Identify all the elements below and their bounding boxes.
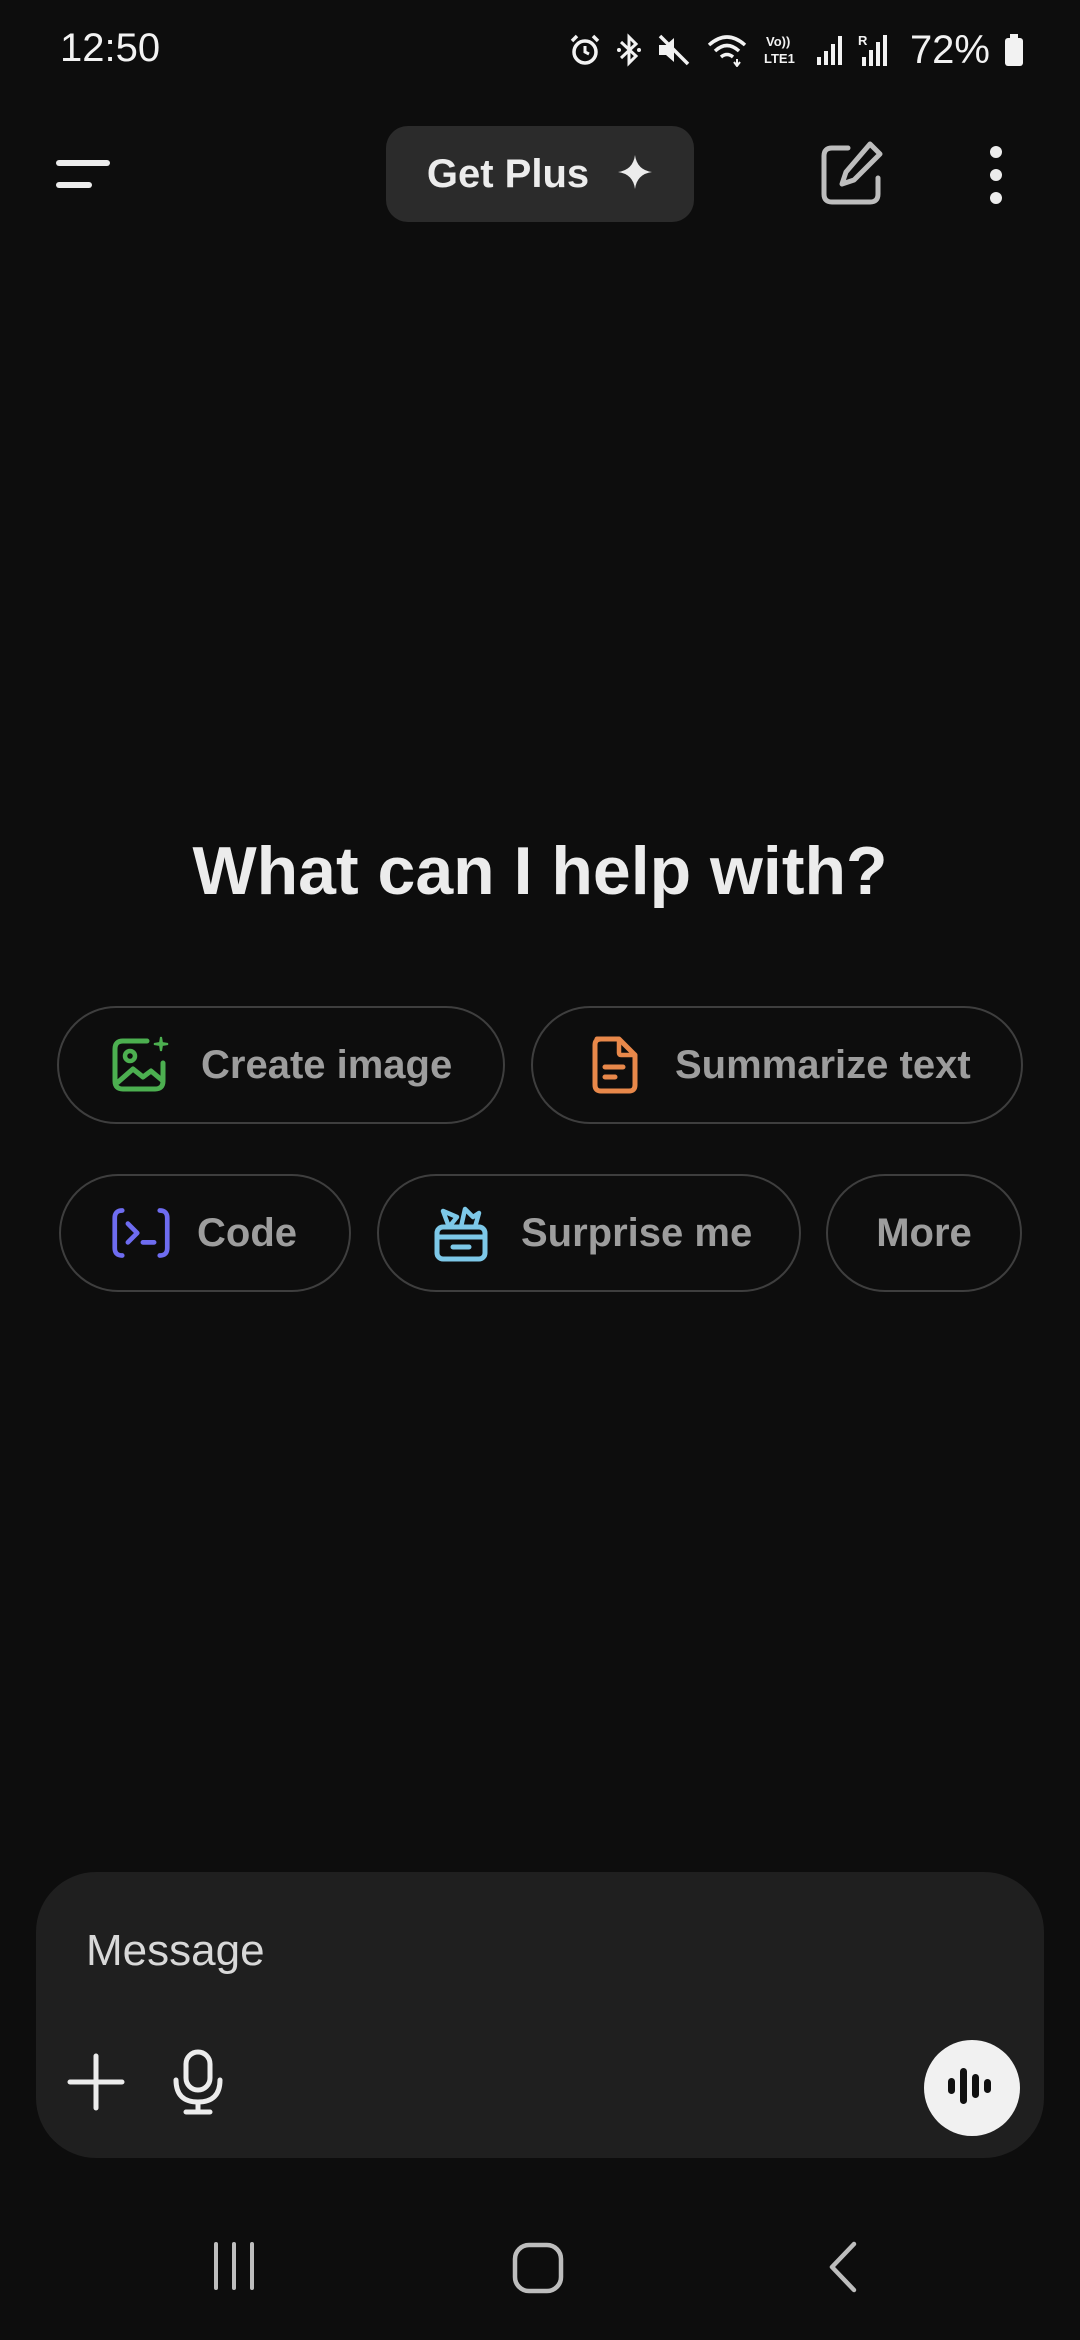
svg-text:R: R	[858, 33, 868, 48]
mute-icon	[656, 33, 692, 67]
battery-icon	[1004, 33, 1024, 67]
back-icon	[822, 2241, 862, 2300]
plus-icon	[64, 2053, 128, 2118]
recents-icon	[208, 2242, 260, 2296]
dictate-button[interactable]	[166, 2048, 230, 2116]
more-options-button[interactable]	[972, 140, 1020, 210]
home-icon	[510, 2242, 566, 2300]
volte-icon: Vo)) LTE1	[762, 32, 802, 68]
suggestion-code[interactable]: Code	[59, 1174, 351, 1292]
wifi-icon	[706, 33, 748, 67]
menu-button[interactable]	[44, 140, 124, 208]
voice-waveform-icon	[944, 2062, 1000, 2115]
terminal-icon	[111, 1203, 171, 1263]
gift-icon	[431, 1203, 491, 1263]
suggestion-label: Summarize text	[675, 1042, 971, 1087]
status-bar: 12:50 Vo)) LTE1 R 72%	[0, 0, 1080, 100]
image-icon	[111, 1035, 171, 1095]
status-time: 12:50	[60, 26, 161, 70]
sparkle-icon	[617, 154, 653, 195]
get-plus-button[interactable]: Get Plus	[386, 126, 694, 222]
message-input[interactable]	[86, 1916, 886, 1986]
suggestion-create-image[interactable]: Create image	[57, 1006, 505, 1124]
svg-text:LTE1: LTE1	[764, 51, 795, 66]
more-vertical-icon	[972, 146, 1020, 214]
voice-mode-button[interactable]	[924, 2040, 1020, 2136]
alarm-icon	[568, 33, 602, 67]
suggestion-label: Code	[197, 1210, 297, 1255]
status-icons: Vo)) LTE1 R 72%	[568, 22, 1024, 78]
battery-percent: 72%	[909, 27, 990, 72]
page-title: What can I help with?	[192, 833, 888, 909]
suggestion-label: Create image	[201, 1042, 453, 1087]
suggestion-surprise-me[interactable]: Surprise me	[377, 1174, 801, 1292]
bluetooth-icon	[616, 32, 642, 68]
message-composer	[36, 1872, 1044, 2158]
document-icon	[585, 1035, 645, 1095]
signal-roaming-icon: R	[858, 32, 890, 68]
get-plus-label: Get Plus	[426, 151, 590, 196]
signal-icon	[816, 33, 844, 67]
nav-back-button[interactable]	[822, 2238, 862, 2296]
new-chat-button[interactable]	[818, 138, 886, 208]
suggestion-summarize-text[interactable]: Summarize text	[531, 1006, 1023, 1124]
menu-icon	[44, 160, 124, 212]
attach-button[interactable]	[64, 2050, 128, 2114]
suggestion-label: More	[876, 1210, 972, 1255]
svg-text:Vo)): Vo))	[766, 34, 790, 49]
suggestion-more[interactable]: More	[826, 1174, 1022, 1292]
microphone-icon	[166, 2049, 230, 2120]
nav-recents-button[interactable]	[208, 2240, 260, 2292]
suggestion-label: Surprise me	[521, 1210, 753, 1255]
edit-icon	[818, 141, 886, 212]
nav-home-button[interactable]	[510, 2240, 566, 2296]
